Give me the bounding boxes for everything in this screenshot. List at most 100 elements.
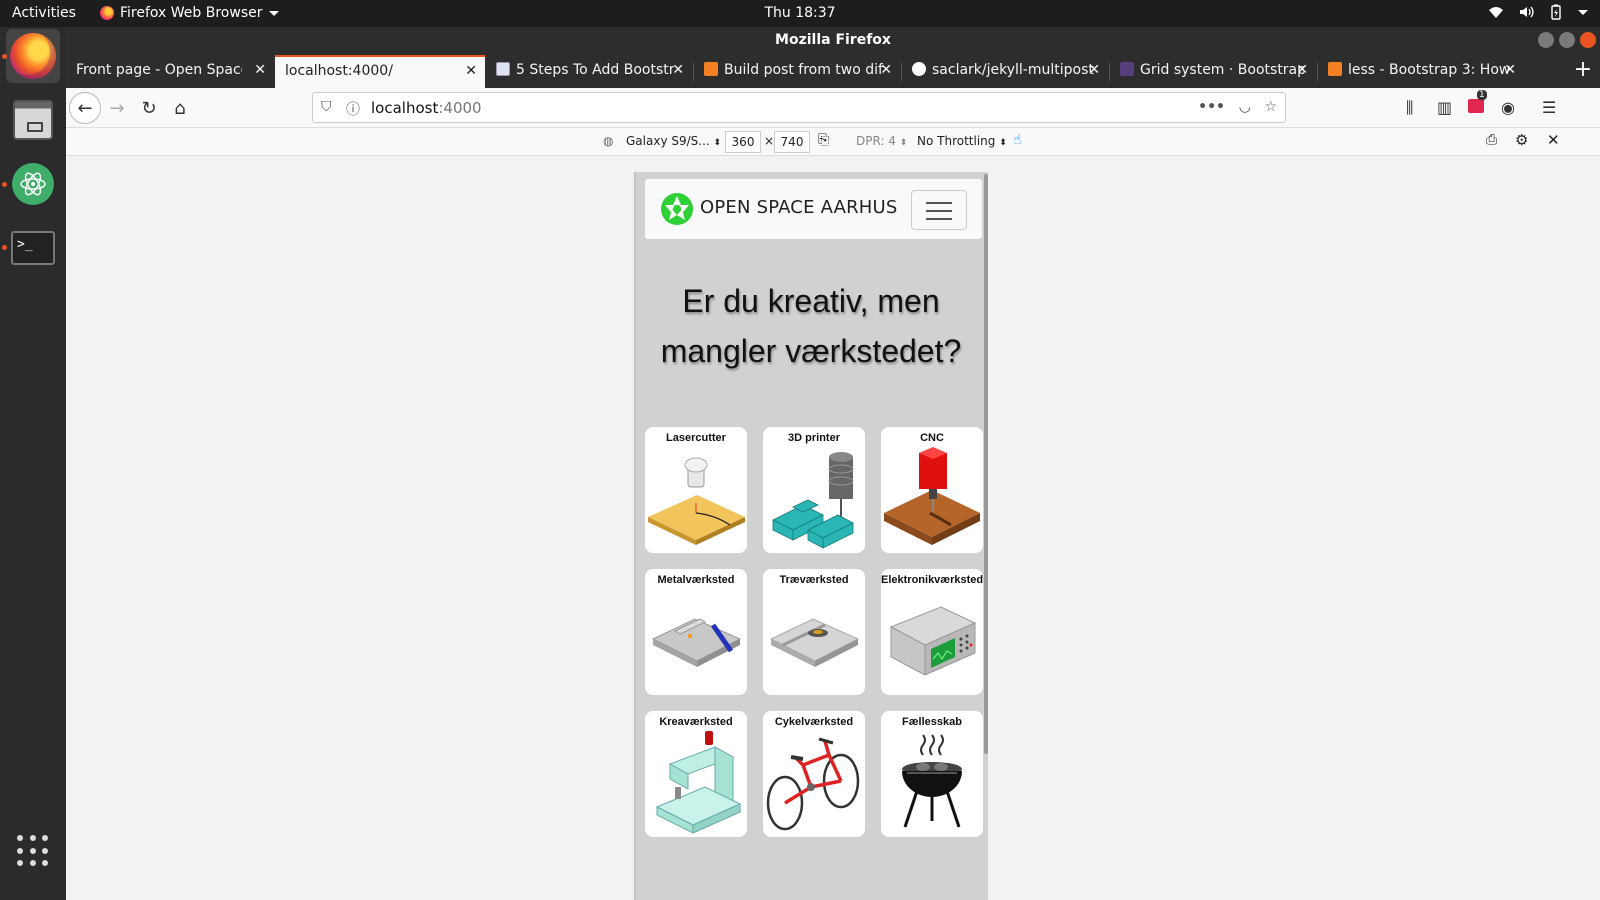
settings-gear-icon[interactable]: ⚙ xyxy=(1515,131,1528,149)
tab-label: localhost:4000/ xyxy=(285,63,393,79)
grill-icon xyxy=(902,734,962,828)
tab-label: saclark/jekyll-multipost xyxy=(932,62,1094,78)
close-tab-icon[interactable]: ✕ xyxy=(1088,55,1100,86)
brand-name[interactable]: OPEN SPACE AARHUS xyxy=(700,197,898,218)
throttling-selector[interactable]: No Throttling ⬍ xyxy=(917,134,1007,148)
close-tab-icon[interactable]: ✕ xyxy=(1504,55,1516,86)
url-text[interactable]: localhost:4000 xyxy=(371,99,482,117)
dock-terminal[interactable]: >_ xyxy=(6,221,60,275)
close-tab-icon[interactable]: ✕ xyxy=(880,55,892,86)
show-applications-button[interactable] xyxy=(17,835,49,867)
workshop-label: Kreaværksted xyxy=(659,716,733,728)
workshop-label: Cykelværksted xyxy=(774,716,854,728)
maximize-button[interactable] xyxy=(1559,32,1575,48)
shield-icon[interactable]: ⛉ xyxy=(321,99,332,115)
bookmark-star-icon[interactable]: ☆ xyxy=(1264,99,1277,115)
home-button[interactable]: ⌂ xyxy=(164,92,196,124)
running-indicator xyxy=(2,54,7,59)
tab[interactable]: less - Bootstrap 3: How ✕ xyxy=(1318,55,1524,88)
system-tray[interactable] xyxy=(1488,4,1588,20)
github-icon xyxy=(912,62,926,76)
3d-printer-icon xyxy=(772,452,854,549)
sidebar-icon[interactable]: ▥ xyxy=(1437,98,1452,117)
menu-icon[interactable]: ☰ xyxy=(1542,98,1556,117)
close-tab-icon[interactable]: ✕ xyxy=(672,55,684,86)
responsive-design-toolbar: ◍ Galaxy S9/S... ⬍ 360 × 740 ⎘ DPR: 4 ⬍ … xyxy=(66,128,1600,156)
forward-button[interactable]: → xyxy=(101,92,133,124)
url-bar[interactable]: ⛉ ⓘ localhost:4000 ••• ◡ ☆ xyxy=(312,92,1286,123)
firefox-icon xyxy=(10,33,56,79)
close-rdm-icon[interactable]: ✕ xyxy=(1547,131,1560,149)
dock-firefox[interactable] xyxy=(6,29,60,83)
workshop-card-cnc[interactable]: CNC xyxy=(881,427,983,553)
scrollbar[interactable] xyxy=(984,174,988,754)
navigation-toolbar: ← → ↻ ⌂ ⛉ ⓘ localhost:4000 ••• ◡ ☆ ⫼ ▥ 1… xyxy=(66,88,1600,128)
workshop-card-community[interactable]: Fællesskab xyxy=(881,711,983,837)
tab-strip: Front page - Open Space A ✕ localhost:400… xyxy=(66,55,1600,88)
workshop-card-wood[interactable]: Træværksted xyxy=(763,569,865,695)
screenshot-icon[interactable]: ⎙ xyxy=(1486,132,1497,148)
workshop-card-metal[interactable]: Metalværksted xyxy=(645,569,747,695)
workshop-card-lasercutter[interactable]: Lasercutter xyxy=(645,427,747,553)
clock[interactable]: Thu 18:37 xyxy=(764,5,835,21)
dpr-selector[interactable]: DPR: 4 ⬍ xyxy=(856,134,907,148)
tab-label: Front page - Open Space A xyxy=(76,62,242,78)
firefox-icon xyxy=(100,6,114,20)
dock-files[interactable] xyxy=(6,93,60,147)
minimize-button[interactable] xyxy=(1538,32,1554,48)
electronics-workshop-icon xyxy=(889,606,977,676)
stackoverflow-icon xyxy=(704,62,718,76)
navbar-toggler-button[interactable] xyxy=(911,190,967,230)
lasercutter-icon xyxy=(648,457,745,545)
dock-atom[interactable] xyxy=(6,157,60,211)
tab-selected[interactable]: localhost:4000/ ✕ xyxy=(275,55,485,88)
extension-icon[interactable]: 1 xyxy=(1468,90,1487,117)
account-icon[interactable]: ◉ xyxy=(1501,98,1515,117)
device-selector[interactable]: Galaxy S9/S... ⬍ xyxy=(626,134,721,148)
chevron-down-icon xyxy=(268,10,279,16)
chevron-down-icon xyxy=(1578,9,1588,15)
tab[interactable]: Front page - Open Space A ✕ xyxy=(66,55,274,88)
ubuntu-dock: >_ xyxy=(0,27,66,900)
workshop-label: Fællesskab xyxy=(902,716,962,728)
files-icon xyxy=(13,100,53,140)
reload-button[interactable]: ↻ xyxy=(133,92,165,124)
close-tab-icon[interactable]: ✕ xyxy=(254,55,266,86)
tab[interactable]: 5 Steps To Add Bootstr ✕ xyxy=(486,55,692,88)
pocket-icon[interactable]: ◡ xyxy=(1239,99,1251,115)
back-button[interactable]: ← xyxy=(69,92,101,124)
tab[interactable]: Grid system · Bootstrap ✕ xyxy=(1110,55,1316,88)
viewport-width-input[interactable]: 360 xyxy=(725,131,761,153)
workshop-card-crafts[interactable]: Kreaværksted xyxy=(645,711,747,837)
chrome-icon: ◍ xyxy=(603,134,614,148)
info-icon[interactable]: ⓘ xyxy=(346,99,360,119)
page-actions-icon[interactable]: ••• xyxy=(1198,99,1225,115)
rotate-icon[interactable]: ⎘ xyxy=(818,132,829,148)
workshop-card-electronics[interactable]: Elektronikværksted xyxy=(881,569,983,695)
tab[interactable]: Build post from two dif ✕ xyxy=(694,55,900,88)
close-tab-icon[interactable]: ✕ xyxy=(1296,55,1308,86)
device-name: Galaxy S9/S... xyxy=(626,134,710,148)
tab[interactable]: saclark/jekyll-multipost ✕ xyxy=(902,55,1108,88)
viewport-height-input[interactable]: 740 xyxy=(774,131,810,153)
workshop-card-bicycle[interactable]: Cykelværksted xyxy=(763,711,865,837)
tab-label: less - Bootstrap 3: How xyxy=(1348,62,1511,78)
throttling-value: No Throttling xyxy=(917,134,996,148)
activities-button[interactable]: Activities xyxy=(12,5,76,21)
open-space-logo-icon[interactable] xyxy=(660,192,694,226)
close-window-button[interactable] xyxy=(1580,32,1596,48)
new-tab-button[interactable]: + xyxy=(1570,55,1596,88)
workshop-label: 3D printer xyxy=(788,432,840,444)
touch-simulation-icon[interactable]: ☝ xyxy=(1013,132,1022,148)
app-menu[interactable]: Firefox Web Browser xyxy=(100,5,279,21)
hero-line: mangler værkstedet? xyxy=(660,333,962,369)
running-indicator xyxy=(2,182,7,187)
wood-workshop-icon xyxy=(769,618,860,667)
volume-icon xyxy=(1520,6,1534,18)
sewing-machine-icon xyxy=(655,731,742,834)
window-title: Mozilla Firefox xyxy=(775,32,891,48)
library-icon[interactable]: ⫼ xyxy=(1406,98,1413,118)
hero-line: Er du kreativ, men xyxy=(682,283,940,319)
close-tab-icon[interactable]: ✕ xyxy=(465,57,477,86)
workshop-card-3d-printer[interactable]: 3D printer xyxy=(763,427,865,553)
